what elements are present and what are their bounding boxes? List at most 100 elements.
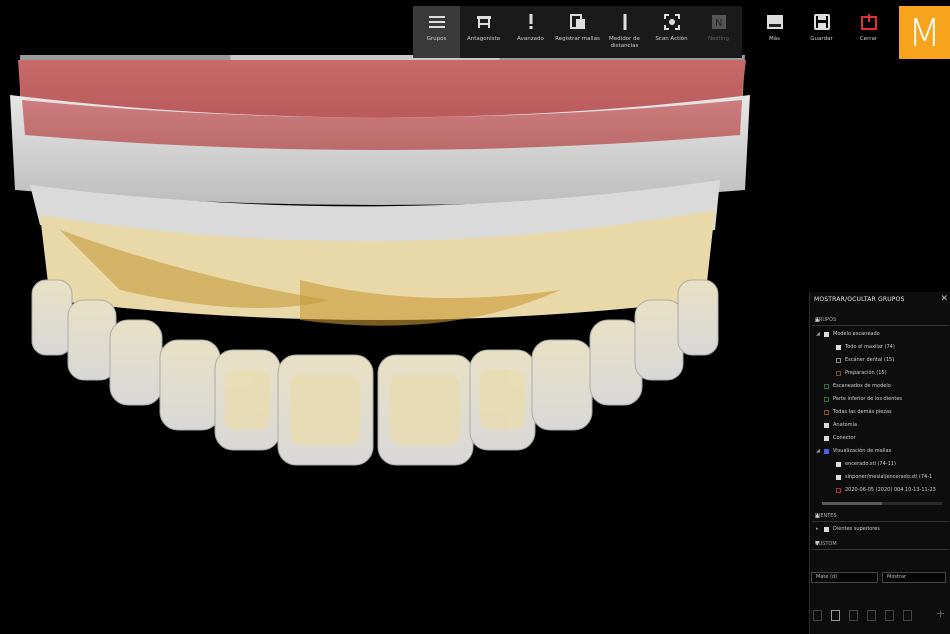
- more-icon: [765, 12, 785, 32]
- register-meshes-label: Registrar mallas: [555, 36, 600, 42]
- group-row[interactable]: sinponer/mesial/encerado.stl (74-1: [828, 472, 932, 482]
- register-meshes-button[interactable]: Registrar mallas: [554, 6, 601, 58]
- 3d-viewport[interactable]: [0, 0, 950, 634]
- close-label: Cerrar: [859, 36, 878, 42]
- group-label: Parte inferior de los dientes: [833, 396, 903, 402]
- distance-icon: [615, 12, 635, 32]
- group-label: Conector: [833, 435, 856, 441]
- group-label: Anatomía: [833, 422, 857, 428]
- nesting-label: Nesting: [707, 36, 730, 42]
- group-label: Modelo escaneado: [833, 331, 880, 337]
- expand-caret-icon[interactable]: ▸: [816, 526, 822, 532]
- more-label: Más: [769, 36, 780, 42]
- group-label: Dientes superiores: [833, 526, 880, 532]
- visibility-checkbox[interactable]: [836, 461, 841, 467]
- expand-down-icon: ▼: [815, 540, 820, 547]
- visibility-checkbox[interactable]: [836, 357, 841, 363]
- view-button-5[interactable]: [885, 610, 894, 621]
- antagonist-button[interactable]: Antagonista: [460, 6, 507, 58]
- visibility-checkbox[interactable]: [824, 526, 829, 532]
- section-dientes[interactable]: DIENTES ▲: [812, 512, 949, 522]
- mode-select[interactable]: Mate (d): [811, 572, 878, 583]
- view-button-4[interactable]: [867, 610, 876, 621]
- group-row[interactable]: Preparación (15): [828, 368, 887, 378]
- save-icon: [812, 12, 832, 32]
- visibility-checkbox[interactable]: [824, 331, 829, 337]
- expand-caret-icon[interactable]: ◢: [816, 331, 822, 337]
- save-label: Guardar: [810, 36, 833, 42]
- save-button[interactable]: Guardar: [798, 6, 845, 58]
- distance-meter-label: Medidor de distancias: [609, 36, 640, 49]
- collapse-up-icon: ▲: [815, 512, 820, 519]
- scrollbar-thumb[interactable]: [822, 502, 882, 505]
- nesting-icon: N: [709, 12, 729, 32]
- visibility-checkbox[interactable]: [836, 474, 841, 480]
- scan-action-icon: [662, 12, 682, 32]
- register-icon: [568, 12, 588, 32]
- scan-action-label: Scan Action: [655, 36, 688, 42]
- horizontal-scrollbar[interactable]: [822, 502, 942, 505]
- dental-model-render: [10, 55, 750, 466]
- group-row[interactable]: Todas las demás piezas: [816, 407, 892, 417]
- view-button-1[interactable]: [813, 610, 822, 621]
- group-row[interactable]: Escaneados de modelo: [816, 381, 891, 391]
- menu-icon: [427, 12, 447, 32]
- nesting-button[interactable]: N Nesting: [695, 6, 742, 58]
- visibility-checkbox[interactable]: [824, 409, 829, 415]
- group-label: Todas las demás piezas: [833, 409, 892, 415]
- group-label: encerado.stl (74-11): [845, 461, 896, 467]
- group-row[interactable]: encerado.stl (74-11): [828, 459, 896, 469]
- panel-close-icon[interactable]: ✕: [940, 294, 948, 304]
- show-select[interactable]: Mostrar: [882, 572, 946, 583]
- panel-title: MOSTRAR/OCULTAR GRUPOS: [814, 296, 905, 303]
- view-button-2[interactable]: [831, 610, 840, 621]
- more-button[interactable]: Más: [751, 6, 798, 58]
- visibility-checkbox[interactable]: [836, 344, 841, 350]
- visibility-checkbox[interactable]: [824, 396, 829, 402]
- section-grupos[interactable]: GRUPOS ▲: [812, 316, 949, 326]
- view-button-3[interactable]: [849, 610, 858, 621]
- visibility-checkbox[interactable]: [824, 448, 829, 454]
- group-row[interactable]: Todo el maxilar (74): [828, 342, 895, 352]
- group-label: 2020-06-05 (2020) 004 10-13-11-23: [845, 487, 936, 493]
- view-buttons: [813, 610, 912, 621]
- app-logo: M: [899, 6, 950, 59]
- group-row[interactable]: ◢ Visualización de mallas: [816, 446, 891, 456]
- expand-caret-icon[interactable]: ◢: [816, 448, 822, 454]
- advanced-button[interactable]: Avanzado: [507, 6, 554, 58]
- visibility-checkbox[interactable]: [824, 435, 829, 441]
- group-row[interactable]: Anatomía: [816, 420, 857, 430]
- section-custom[interactable]: CUSTOM ▼: [812, 540, 949, 550]
- view-button-6[interactable]: [903, 610, 912, 621]
- distance-meter-button[interactable]: Medidor de distancias: [601, 6, 648, 58]
- visibility-checkbox[interactable]: [824, 383, 829, 389]
- exclamation-icon: [521, 12, 541, 32]
- group-label: Todo el maxilar (74): [845, 344, 895, 350]
- main-toolbar: Grupos Antagonista Avanzado Registrar ma…: [413, 6, 742, 58]
- add-icon[interactable]: +: [936, 607, 945, 620]
- group-label: Escaneados de modelo: [833, 383, 891, 389]
- close-app-button[interactable]: Cerrar: [845, 6, 892, 58]
- svg-text:N: N: [715, 18, 722, 29]
- group-row[interactable]: Conector: [816, 433, 856, 443]
- scan-action-button[interactable]: Scan Action: [648, 6, 695, 58]
- group-label: Escáner dental (15): [845, 357, 895, 363]
- group-label: Visualización de mallas: [833, 448, 892, 454]
- visibility-checkbox[interactable]: [836, 487, 841, 493]
- advanced-label: Avanzado: [517, 36, 544, 42]
- groups-button[interactable]: Grupos: [413, 6, 460, 58]
- visibility-checkbox[interactable]: [824, 422, 829, 428]
- group-row[interactable]: Escáner dental (15): [828, 355, 894, 365]
- group-row[interactable]: ▸ Dientes superiores: [816, 524, 880, 534]
- visibility-checkbox[interactable]: [836, 370, 841, 376]
- group-row[interactable]: ◢ Modelo escaneado: [816, 329, 880, 339]
- group-row[interactable]: 2020-06-05 (2020) 004 10-13-11-23: [828, 485, 936, 495]
- group-row[interactable]: Parte inferior de los dientes: [816, 394, 902, 404]
- power-close-icon: [859, 12, 879, 32]
- group-label: Preparación (15): [845, 370, 887, 376]
- articulator-icon: [474, 12, 494, 32]
- group-label: sinponer/mesial/encerado.stl (74-1: [845, 474, 933, 480]
- collapse-up-icon: ▲: [815, 316, 820, 323]
- antagonist-label: Antagonista: [466, 36, 501, 42]
- groups-label: Grupos: [426, 36, 447, 42]
